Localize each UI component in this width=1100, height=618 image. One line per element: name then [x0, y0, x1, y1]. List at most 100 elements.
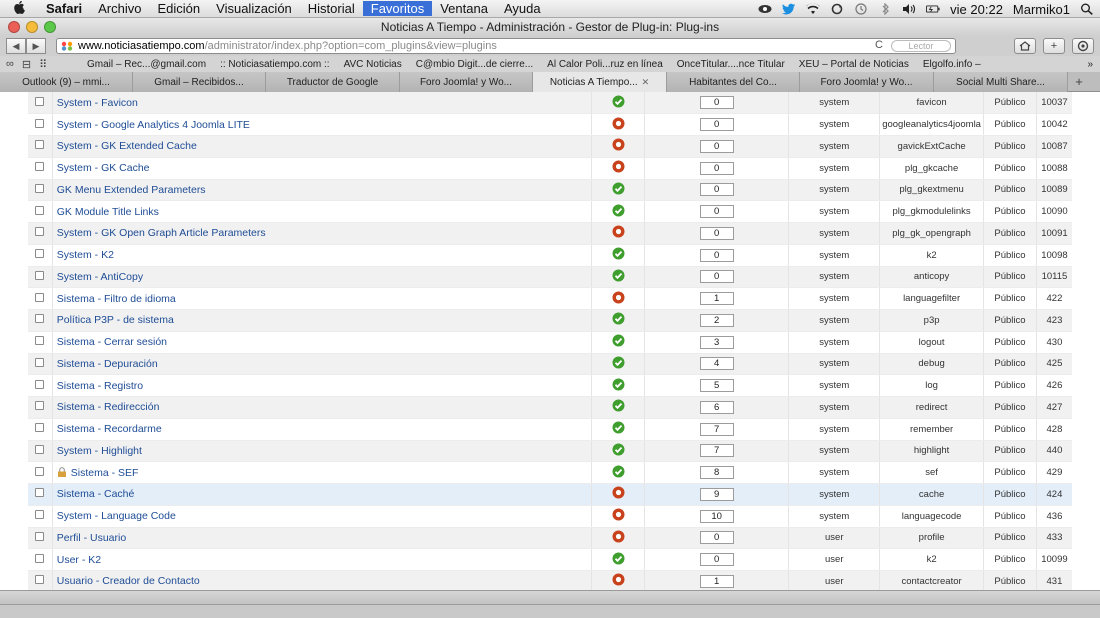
row-checkbox[interactable] — [35, 466, 45, 476]
ordering-input[interactable]: 0 — [699, 183, 734, 197]
bookmark-item[interactable]: :: Noticiasatiempo.com :: — [213, 59, 336, 70]
sync-tray-icon[interactable] — [830, 3, 844, 15]
eye-tray-icon[interactable] — [758, 3, 772, 15]
zoom-window-button[interactable] — [44, 21, 56, 33]
row-checkbox[interactable] — [35, 401, 45, 411]
forward-button[interactable]: ▶ — [26, 38, 46, 54]
browser-tab[interactable]: Social Multi Share... — [934, 72, 1068, 92]
row-checkbox[interactable] — [35, 183, 45, 193]
row-checkbox[interactable] — [35, 444, 45, 454]
browser-tab[interactable]: Foro Joomla! y Wo... — [800, 72, 934, 92]
ordering-input[interactable]: 3 — [699, 335, 734, 349]
horizontal-scrollbar[interactable] — [0, 590, 1100, 604]
ordering-input[interactable]: 0 — [699, 118, 734, 132]
disabled-status-icon[interactable] — [612, 291, 625, 304]
ordering-input[interactable]: 7 — [699, 422, 734, 436]
row-checkbox[interactable] — [35, 270, 45, 280]
enabled-check-icon[interactable] — [612, 465, 625, 478]
row-checkbox[interactable] — [35, 292, 45, 302]
disabled-status-icon[interactable] — [612, 138, 625, 151]
browser-tab[interactable]: Foro Joomla! y Wo... — [400, 72, 533, 92]
enabled-check-icon[interactable] — [612, 356, 625, 369]
ordering-input[interactable]: 1 — [699, 574, 734, 588]
downloads-button[interactable] — [1072, 38, 1094, 54]
plugin-name-link[interactable]: Usuario - Creador de Contacto — [57, 575, 200, 587]
enabled-check-icon[interactable] — [612, 269, 625, 282]
bookmarks-book-icon[interactable]: ⊟ — [22, 58, 31, 71]
time-machine-tray-icon[interactable] — [854, 3, 868, 15]
battery-tray-icon[interactable] — [926, 3, 940, 15]
ordering-input[interactable]: 2 — [699, 313, 734, 327]
bluetooth-tray-icon[interactable] — [878, 3, 892, 15]
ordering-input[interactable]: 0 — [699, 553, 734, 567]
ordering-input[interactable]: 8 — [699, 466, 734, 480]
ordering-input[interactable]: 0 — [699, 96, 734, 110]
ordering-input[interactable]: 4 — [699, 357, 734, 371]
address-bar[interactable]: www.noticiasatiempo.com/administrator/in… — [56, 38, 956, 54]
plugin-name-link[interactable]: System - GK Open Graph Article Parameter… — [57, 227, 266, 239]
plugin-name-link[interactable]: Sistema - Filtro de idioma — [57, 293, 176, 305]
row-checkbox[interactable] — [35, 118, 45, 128]
plugin-name-link[interactable]: Sistema - Caché — [57, 488, 135, 500]
enabled-check-icon[interactable] — [612, 334, 625, 347]
ordering-input[interactable]: 1 — [699, 292, 734, 306]
enabled-check-icon[interactable] — [612, 443, 625, 456]
ordering-input[interactable]: 7 — [699, 444, 734, 458]
row-checkbox[interactable] — [35, 140, 45, 150]
reload-icon[interactable]: C — [875, 39, 883, 51]
reader-button[interactable]: Lector — [891, 40, 951, 52]
plugin-name-link[interactable]: System - GK Extended Cache — [57, 140, 197, 152]
enabled-check-icon[interactable] — [612, 247, 625, 260]
bookmark-item[interactable]: Al Calor Poli...ruz en línea — [540, 59, 670, 70]
plugin-name-link[interactable]: GK Module Title Links — [57, 206, 159, 218]
enabled-check-icon[interactable] — [612, 421, 625, 434]
row-checkbox[interactable] — [35, 314, 45, 324]
menu-favoritos[interactable]: Favoritos — [362, 1, 433, 16]
enabled-check-icon[interactable] — [612, 399, 625, 412]
disabled-status-icon[interactable] — [612, 117, 625, 130]
menu-ventana[interactable]: Ventana — [432, 1, 496, 16]
plugin-name-link[interactable]: System - Google Analytics 4 Joomla LITE — [57, 119, 250, 131]
disabled-status-icon[interactable] — [612, 486, 625, 499]
row-checkbox[interactable] — [35, 249, 45, 259]
menu-edicion[interactable]: Edición — [150, 1, 209, 16]
row-checkbox[interactable] — [35, 379, 45, 389]
plugin-name-link[interactable]: Sistema - Registro — [57, 380, 143, 392]
ordering-input[interactable]: 0 — [699, 205, 734, 219]
enabled-check-icon[interactable] — [612, 378, 625, 391]
add-bookmark-button[interactable]: + — [1043, 38, 1065, 54]
row-checkbox[interactable] — [35, 423, 45, 433]
ordering-input[interactable]: 0 — [699, 161, 734, 175]
back-button[interactable]: ◀ — [6, 38, 26, 54]
plugin-name-link[interactable]: System - GK Cache — [57, 162, 150, 174]
enabled-check-icon[interactable] — [612, 552, 625, 565]
ordering-input[interactable]: 6 — [699, 400, 734, 414]
disabled-status-icon[interactable] — [612, 225, 625, 238]
plugin-name-link[interactable]: GK Menu Extended Parameters — [57, 184, 206, 196]
plugin-name-link[interactable]: Sistema - Recordarme — [57, 423, 162, 435]
apple-menu-icon[interactable] — [0, 0, 38, 17]
disabled-status-icon[interactable] — [612, 508, 625, 521]
disabled-status-icon[interactable] — [612, 530, 625, 543]
bookmarks-overflow-icon[interactable]: » — [1080, 59, 1100, 70]
wifi-tray-icon[interactable] — [806, 3, 821, 15]
plugin-name-link[interactable]: Sistema - Cerrar sesión — [57, 336, 167, 348]
new-tab-button[interactable]: + — [1068, 72, 1090, 91]
ordering-input[interactable]: 0 — [699, 248, 734, 262]
bookmark-item[interactable]: Gmail – Rec...@gmail.com — [80, 59, 213, 70]
menu-app-name[interactable]: Safari — [38, 1, 90, 16]
minimize-window-button[interactable] — [26, 21, 38, 33]
disabled-status-icon[interactable] — [612, 160, 625, 173]
row-checkbox[interactable] — [35, 227, 45, 237]
plugin-name-link[interactable]: Política P3P - de sistema — [57, 314, 174, 326]
user-name[interactable]: Marmiko1 — [1013, 2, 1070, 17]
row-checkbox[interactable] — [35, 336, 45, 346]
ordering-input[interactable]: 0 — [699, 531, 734, 545]
enabled-check-icon[interactable] — [612, 95, 625, 108]
plugin-name-link[interactable]: Sistema - SEF — [71, 467, 139, 479]
plugin-name-link[interactable]: System - K2 — [57, 249, 114, 261]
row-checkbox[interactable] — [35, 205, 45, 215]
browser-tab[interactable]: Traductor de Google — [266, 72, 400, 92]
row-checkbox[interactable] — [35, 488, 45, 498]
plugin-name-link[interactable]: User - K2 — [57, 554, 101, 566]
